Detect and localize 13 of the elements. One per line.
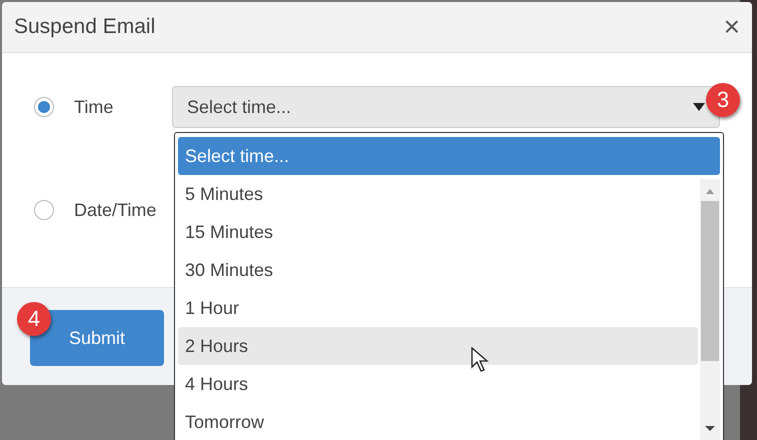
dropdown-option[interactable]: 5 Minutes bbox=[178, 175, 698, 213]
dialog-title: Suspend Email bbox=[14, 15, 156, 39]
dropdown-option[interactable]: 2 Hours bbox=[178, 327, 698, 365]
dropdown-option[interactable]: Select time... bbox=[178, 137, 720, 175]
dropdown-option[interactable]: Tomorrow bbox=[178, 403, 698, 440]
select-value: Select time... bbox=[187, 96, 292, 118]
close-button[interactable]: × bbox=[724, 13, 740, 41]
dropdown-option[interactable]: 15 Minutes bbox=[178, 213, 698, 251]
option-label: Time bbox=[74, 96, 114, 118]
dropdown-option[interactable]: 30 Minutes bbox=[178, 251, 698, 289]
dropdown-option[interactable]: 4 Hours bbox=[178, 365, 698, 403]
option-label: Date/Time bbox=[74, 200, 156, 220]
dropdown-option[interactable]: 1 Hour bbox=[178, 289, 698, 327]
